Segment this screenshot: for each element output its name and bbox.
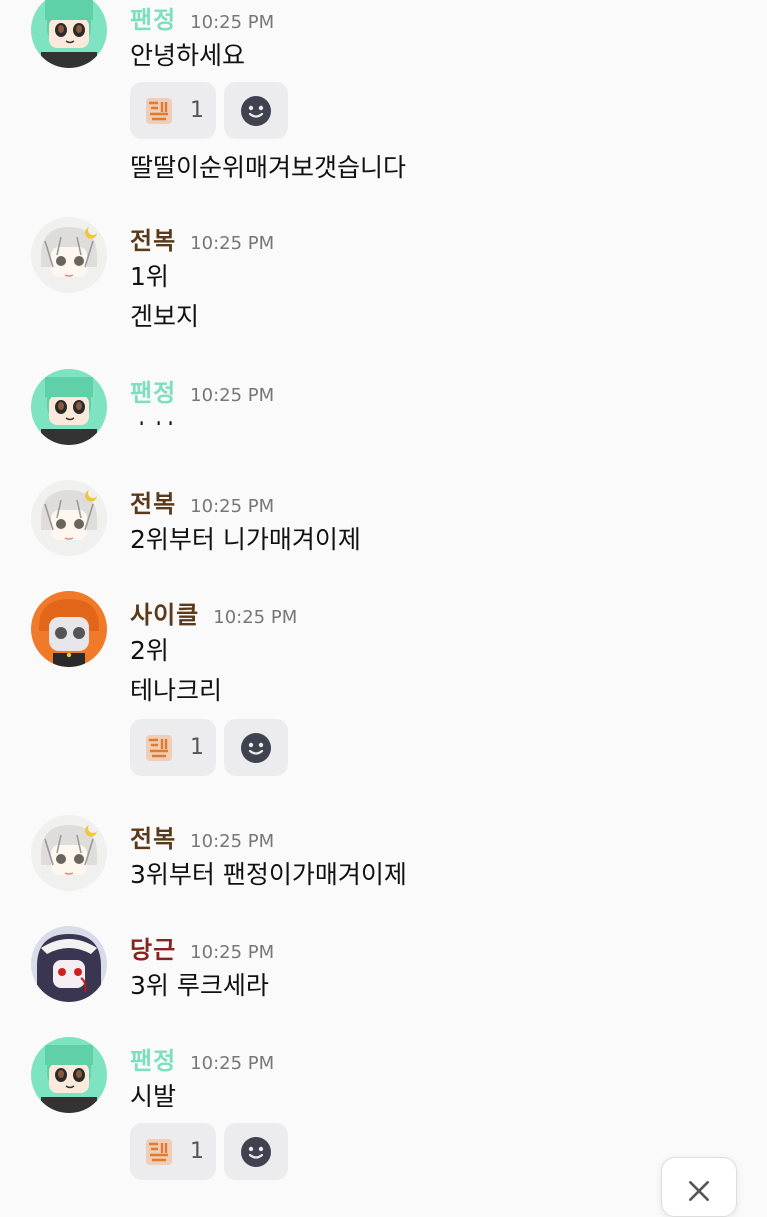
smiley-icon (241, 95, 271, 126)
message-text: 시발 (130, 1082, 177, 1111)
message-text: 딸딸이순위매겨보갯습니다 (130, 153, 407, 182)
avatar-green-hair[interactable] (31, 0, 107, 68)
timestamp: 10:25 PM (190, 831, 275, 852)
avatar-green-hair[interactable] (31, 369, 107, 445)
custom-orange-emoji-icon (142, 94, 176, 128)
smiley-icon (241, 1136, 271, 1167)
add-reaction-button[interactable] (224, 719, 288, 776)
timestamp: 10:25 PM (213, 607, 298, 628)
avatar-orange-hair[interactable] (31, 591, 107, 667)
timestamp: 10:25 PM (190, 1053, 275, 1074)
avatar-white-hair[interactable] (31, 815, 107, 891)
author-name[interactable]: 팬정 (130, 6, 176, 34)
reaction-count: 1 (190, 735, 204, 760)
author-name[interactable]: 전복 (130, 490, 176, 518)
author-name[interactable]: 사이클 (130, 601, 199, 629)
message-text: 2위부터 니가매겨이제 (130, 525, 361, 554)
avatar-white-hair[interactable] (31, 480, 107, 556)
add-reaction-button[interactable] (224, 82, 288, 139)
author-name[interactable]: 전복 (130, 227, 176, 255)
reaction-chip[interactable]: 1 (130, 82, 216, 139)
timestamp: 10:25 PM (190, 233, 275, 254)
timestamp: 10:25 PM (190, 12, 275, 33)
message-text: ㅅㅂ (130, 409, 176, 425)
message-text: 겐보지 (130, 302, 200, 331)
reaction-chip[interactable]: 1 (130, 1123, 216, 1180)
add-reaction-button[interactable] (224, 1123, 288, 1180)
custom-orange-emoji-icon (142, 731, 176, 765)
author-name[interactable]: 당근 (130, 936, 176, 964)
message-text: 안녕하세요 (130, 41, 246, 70)
custom-orange-emoji-icon (142, 1135, 176, 1169)
reaction-chip[interactable]: 1 (130, 719, 216, 776)
reaction-count: 1 (190, 1139, 204, 1164)
message-text: 3위 루크세라 (130, 971, 269, 1000)
smiley-icon (241, 732, 271, 763)
close-icon (689, 1181, 709, 1201)
author-name[interactable]: 팬정 (130, 1047, 176, 1075)
message-text: 2위 (130, 636, 169, 665)
avatar-green-hair[interactable] (31, 1037, 107, 1113)
close-button[interactable] (661, 1157, 737, 1217)
message-text: 테나크리 (130, 676, 223, 705)
timestamp: 10:25 PM (190, 942, 275, 963)
avatar-white-hair[interactable] (31, 217, 107, 293)
timestamp: 10:25 PM (190, 385, 275, 406)
message-text: 1위 (130, 262, 169, 291)
author-name[interactable]: 전복 (130, 825, 176, 853)
reaction-count: 1 (190, 98, 204, 123)
author-name[interactable]: 팬정 (130, 379, 176, 407)
message-text: 3위부터 팬정이가매겨이제 (130, 860, 407, 889)
timestamp: 10:25 PM (190, 496, 275, 517)
avatar-dark-hair[interactable] (31, 926, 107, 1002)
